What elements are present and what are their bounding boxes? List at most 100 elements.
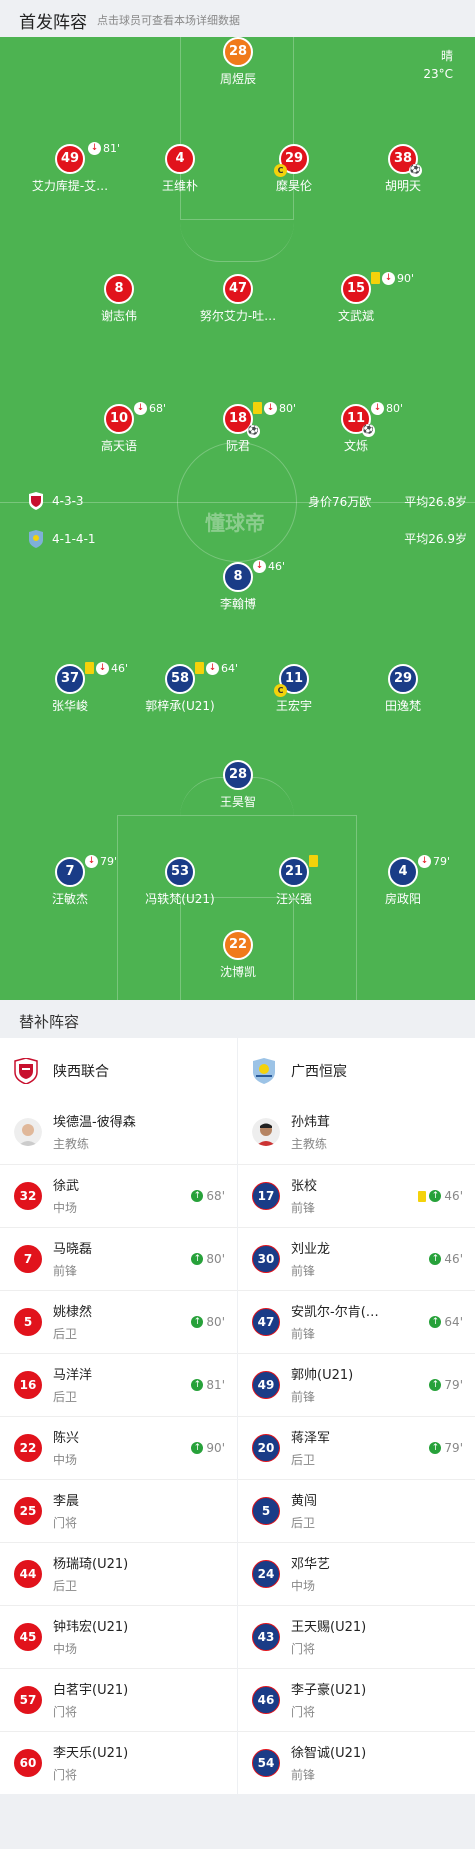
player-away-rm[interactable]: 29 田逸梵 [343, 664, 463, 714]
player-away-cb1[interactable]: 53 冯轶梵(U21) [120, 857, 240, 907]
player-number-badge: 53 [165, 857, 195, 887]
away-coach-row[interactable]: 孙炜茸 主教练 [238, 1101, 475, 1164]
player-number-badge: 7 [55, 857, 85, 887]
player-home-rb[interactable]: 38 ⚽ 胡明天 [343, 144, 463, 194]
player-events: ↓ 79' [418, 854, 450, 868]
substitute-row[interactable]: 44 杨瑞琦(U21) 后卫 [0, 1542, 237, 1605]
player-number-badge: 21 [279, 857, 309, 887]
substitute-row[interactable]: 30 刘业龙 前锋 ↑ 46' [238, 1227, 475, 1290]
player-name: 张校 [291, 1179, 318, 1194]
player-home-lb[interactable]: 49 ↓ 81' 艾力库提-艾… [10, 141, 130, 194]
player-away-rb[interactable]: 4 ↓ 79' 房政阳 [343, 854, 463, 907]
substitution-in: ↑ 80' [191, 1252, 225, 1266]
yellow-card-icon [195, 662, 204, 674]
substitute-row[interactable]: 20 蒋泽军 后卫 ↑ 79' [238, 1416, 475, 1479]
substitute-row[interactable]: 32 徐武 中场 ↑ 68' [0, 1164, 237, 1227]
player-position: 前锋 [291, 1390, 316, 1404]
player-home-gk[interactable]: 28 周煜辰 [178, 37, 298, 87]
substitute-row[interactable]: 17 张校 前锋 ↑ 46' [238, 1164, 475, 1227]
away-team-name: 广西恒宸 [291, 1064, 347, 1080]
substitute-row[interactable]: 49 郭帅(U21) 前锋 ↑ 79' [238, 1353, 475, 1416]
substitution-out-icon: ↓ [382, 271, 395, 285]
yellow-card-icon [371, 272, 380, 284]
substitute-row[interactable]: 43 王天赐(U21) 门将 [238, 1605, 475, 1668]
substitution-in-icon: ↑ [191, 1379, 204, 1391]
player-name: 李子豪(U21) [291, 1683, 367, 1698]
player-number-badge: 43 [252, 1623, 280, 1651]
player-home-cm3[interactable]: 15 ↓ 90' 文武斌 [296, 271, 416, 324]
away-team-logo-icon [29, 530, 43, 548]
player-home-rw[interactable]: 11 ⚽ ↓ 80' 文烁 [296, 401, 416, 454]
player-name: 刘业龙 [291, 1242, 331, 1257]
player-home-cm1[interactable]: 8 谢志伟 [59, 274, 179, 324]
home-average-age: 平均26.8岁 [404, 495, 467, 509]
substitution-in-icon: ↑ [429, 1379, 442, 1391]
substitution-in-icon: ↑ [191, 1316, 204, 1328]
substitute-row[interactable]: 24 邓华艺 中场 [238, 1542, 475, 1605]
away-formation-row: 4-1-4-1 [28, 530, 96, 548]
substitutes-title: 替补阵容 [19, 1013, 80, 1031]
player-events: ↓ 68' [134, 401, 166, 415]
substitute-row[interactable]: 45 钟玮宏(U21) 中场 [0, 1605, 237, 1668]
player-number-badge: 29 [388, 664, 418, 694]
section-subtitle: 点击球员可查看本场详细数据 [97, 14, 240, 27]
home-coach-row[interactable]: 埃德温-彼得森 主教练 [0, 1101, 237, 1164]
substitute-row[interactable]: 7 马晓磊 前锋 ↑ 80' [0, 1227, 237, 1290]
player-name: 邓华艺 [291, 1557, 331, 1572]
player-name: 王昊智 [219, 795, 256, 809]
substitute-row[interactable]: 57 白茗宇(U21) 门将 [0, 1668, 237, 1731]
player-away-dm[interactable]: 28 王昊智 [178, 760, 298, 810]
sub-minute: 80' [206, 1252, 225, 1266]
player-away-cb2[interactable]: 21 汪兴强 [234, 855, 354, 907]
player-name: 蒋泽军 [291, 1431, 331, 1446]
player-away-cm1[interactable]: 58 ↓ 64' 郭梓承(U21) [120, 661, 240, 714]
captain-icon: C [274, 684, 287, 697]
sub-minute: 64' [444, 1315, 463, 1329]
substitute-row[interactable]: 60 李天乐(U21) 门将 [0, 1731, 237, 1794]
player-away-st[interactable]: 8 ↓ 46' 李翰博 [178, 559, 298, 612]
away-average-age: 平均26.9岁 [404, 532, 467, 546]
home-team-logo-icon [14, 1058, 38, 1084]
player-name: 高天语 [100, 439, 137, 453]
sub-minute: 68' [206, 1189, 225, 1203]
substitute-row[interactable]: 25 李晨 门将 [0, 1479, 237, 1542]
player-away-lb[interactable]: 7 ↓ 79' 汪敏杰 [10, 854, 130, 907]
player-number-badge: 22 [223, 930, 253, 960]
player-name: 冯轶梵(U21) [145, 892, 215, 906]
player-number-badge: 10 [104, 404, 134, 434]
yellow-card-icon [85, 662, 94, 674]
substitute-row[interactable]: 5 姚棣然 后卫 ↑ 80' [0, 1290, 237, 1353]
substitute-row[interactable]: 47 安凯尔-尔肯(… 前锋 ↑ 64' [238, 1290, 475, 1353]
player-name: 谢志伟 [100, 309, 137, 323]
player-home-cm2[interactable]: 47 努尔艾力-吐… [178, 274, 298, 324]
substitute-row[interactable]: 46 李子豪(U21) 门将 [238, 1668, 475, 1731]
home-market-value: 身价76万欧 [308, 495, 372, 509]
sub-minute: 46' [444, 1189, 463, 1203]
substitution-in-icon: ↑ [191, 1442, 204, 1454]
substitute-row[interactable]: 54 徐智诚(U21) 前锋 [238, 1731, 475, 1794]
substitution-out-icon: ↓ [371, 401, 384, 415]
coach-role: 主教练 [291, 1137, 328, 1151]
player-away-gk[interactable]: 22 沈博凯 [178, 930, 298, 980]
player-position: 中场 [53, 1453, 78, 1467]
goal-ball-icon: ⚽ [409, 164, 422, 177]
substitute-row[interactable]: 5 黄闯 后卫 [238, 1479, 475, 1542]
player-number-badge: 58 [165, 664, 195, 694]
away-team-row[interactable]: 广西恒宸 [238, 1038, 475, 1101]
substitute-row[interactable]: 22 陈兴 中场 ↑ 90' [0, 1416, 237, 1479]
event-minute: 79' [100, 854, 118, 868]
home-team-row[interactable]: 陕西联合 [0, 1038, 237, 1101]
player-name: 郭梓承(U21) [145, 699, 215, 713]
player-position: 后卫 [53, 1390, 78, 1404]
player-home-st[interactable]: 18 ⚽ ↓ 80' 阮君 [178, 401, 298, 454]
player-name: 钟玮宏(U21) [53, 1620, 129, 1635]
player-home-cb2[interactable]: 29 C 糜昊伦 [234, 144, 354, 194]
player-away-cm2[interactable]: 11 C 王宏宇 [234, 664, 354, 714]
substitute-row[interactable]: 16 马洋洋 后卫 ↑ 81' [0, 1353, 237, 1416]
player-home-cb1[interactable]: 4 王维朴 [120, 144, 240, 194]
substitution-in-icon: ↑ [429, 1253, 442, 1265]
player-home-lw[interactable]: 10 ↓ 68' 高天语 [59, 401, 179, 454]
player-name: 白茗宇(U21) [53, 1683, 129, 1698]
player-away-lm[interactable]: 37 ↓ 46' 张华峻 [10, 661, 130, 714]
player-number-badge: 8 [104, 274, 134, 304]
